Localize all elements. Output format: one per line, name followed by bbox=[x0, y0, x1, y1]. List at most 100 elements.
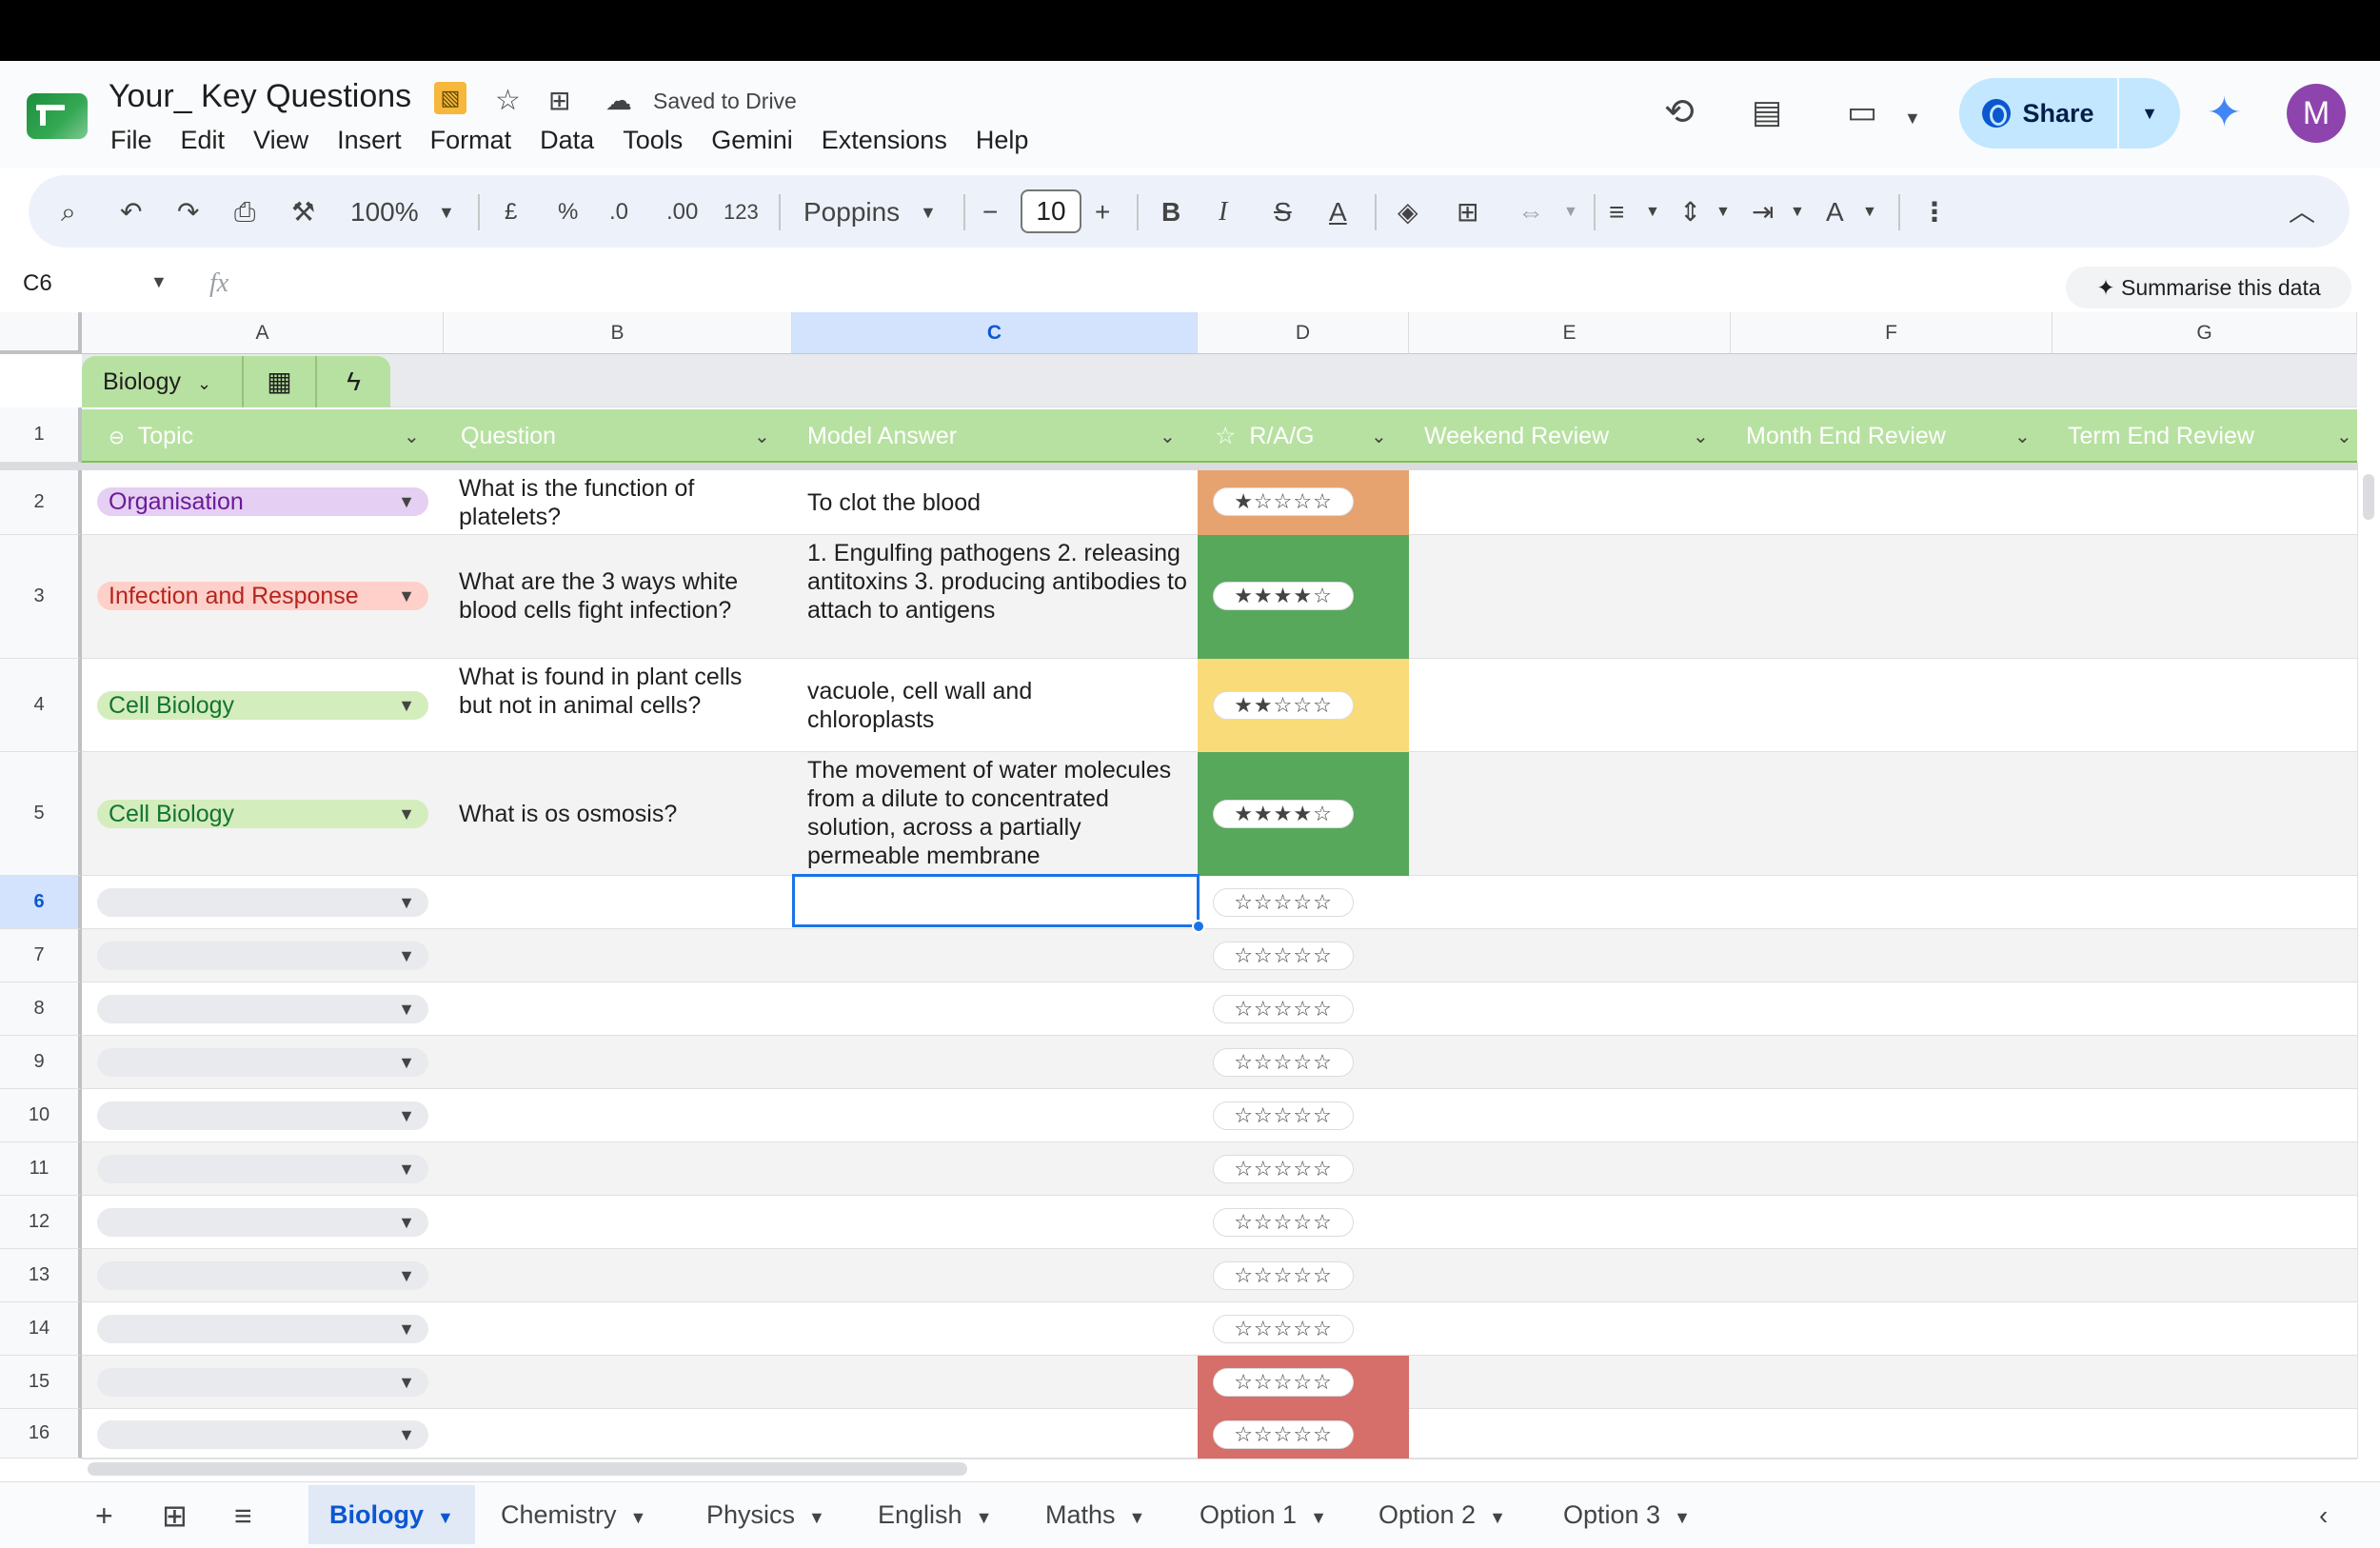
fill-handle[interactable] bbox=[1192, 920, 1205, 933]
star-rating[interactable]: ☆☆☆☆☆ bbox=[1213, 888, 1354, 917]
vertical-align-dropdown-icon[interactable]: ▼ bbox=[1716, 194, 1731, 230]
star-rating[interactable]: ★☆☆☆☆ bbox=[1213, 487, 1354, 516]
sheet-tab-option-1[interactable]: Option 1 ▼ bbox=[1179, 1485, 1348, 1544]
empty-topic-chip[interactable]: ▼ bbox=[97, 995, 428, 1023]
collapse-side-panel-icon[interactable]: ‹ bbox=[2319, 1498, 2328, 1533]
topic-chip[interactable]: Organisation ▼ bbox=[97, 487, 428, 516]
fill-color-icon[interactable]: ◈ bbox=[1398, 194, 1418, 230]
star-rating[interactable]: ☆☆☆☆☆ bbox=[1213, 1420, 1354, 1449]
row-number[interactable]: 10 bbox=[0, 1089, 82, 1142]
lightning-icon[interactable]: ϟ bbox=[317, 356, 390, 407]
search-menus-icon[interactable]: ⌕ bbox=[61, 194, 76, 230]
select-all-corner[interactable] bbox=[0, 312, 82, 354]
header-rag[interactable]: ☆ R/A/G bbox=[1201, 409, 1315, 463]
borders-icon[interactable]: ⊞ bbox=[1457, 194, 1478, 230]
font-select[interactable]: Poppins bbox=[803, 194, 900, 230]
empty-topic-chip[interactable]: ▼ bbox=[97, 1101, 428, 1130]
summarise-data-button[interactable]: ✦ Summarise this data bbox=[2066, 267, 2351, 308]
star-rating[interactable]: ☆☆☆☆☆ bbox=[1213, 1261, 1354, 1290]
row-number[interactable]: 2 bbox=[0, 470, 82, 535]
sheet-tab-maths[interactable]: Maths ▼ bbox=[1024, 1485, 1166, 1544]
frozen-row-divider[interactable] bbox=[0, 463, 2357, 470]
column-header-e[interactable]: E bbox=[1409, 312, 1731, 354]
empty-topic-chip[interactable]: ▼ bbox=[97, 1155, 428, 1183]
zoom-dropdown-icon[interactable]: ▼ bbox=[438, 194, 455, 230]
sheet-tab-option-2[interactable]: Option 2 ▼ bbox=[1358, 1485, 1527, 1544]
header-model-answer[interactable]: Model Answer bbox=[794, 409, 957, 463]
header-weekend-review[interactable]: Weekend Review bbox=[1411, 409, 1609, 463]
star-rating[interactable]: ☆☆☆☆☆ bbox=[1213, 1048, 1354, 1077]
row-number[interactable]: 4 bbox=[0, 659, 82, 752]
menu-edit[interactable]: Edit bbox=[181, 126, 226, 158]
topic-chip[interactable]: Infection and Response ▼ bbox=[97, 582, 428, 610]
italic-button[interactable]: I bbox=[1219, 194, 1227, 230]
decrease-decimal-button[interactable]: .0 bbox=[609, 194, 628, 230]
table-name[interactable]: Biology ⌄ bbox=[82, 356, 244, 407]
row-number[interactable]: 13 bbox=[0, 1249, 82, 1302]
move-folder-icon[interactable]: ⊞ bbox=[548, 84, 570, 118]
currency-format-button[interactable]: £ bbox=[505, 194, 517, 230]
row-number[interactable]: 5 bbox=[0, 752, 82, 876]
menu-format[interactable]: Format bbox=[430, 126, 512, 158]
text-color-button[interactable]: A bbox=[1329, 194, 1347, 230]
column-header-f[interactable]: F bbox=[1731, 312, 2053, 354]
question-cell[interactable]: What is os osmosis? bbox=[459, 800, 783, 828]
empty-topic-chip[interactable]: ▼ bbox=[97, 1208, 428, 1237]
font-dropdown-icon[interactable]: ▼ bbox=[920, 194, 937, 230]
menu-view[interactable]: View bbox=[253, 126, 308, 158]
question-cell[interactable]: What are the 3 ways white blood cells fi… bbox=[459, 567, 783, 625]
empty-topic-chip[interactable]: ▼ bbox=[97, 1048, 428, 1077]
vertical-align-icon[interactable]: ⇕ bbox=[1679, 194, 1701, 230]
star-icon[interactable]: ☆ bbox=[495, 84, 521, 118]
share-main[interactable]: Share bbox=[1959, 78, 2119, 149]
horizontal-align-icon[interactable]: ≡ bbox=[1609, 194, 1624, 230]
empty-topic-chip[interactable]: ▼ bbox=[97, 942, 428, 970]
header-question-menu-icon[interactable]: ⌄ bbox=[754, 425, 770, 448]
star-rating[interactable]: ★★★★☆ bbox=[1213, 582, 1354, 610]
sheet-tab-physics[interactable]: Physics ▼ bbox=[685, 1485, 846, 1544]
menu-gemini[interactable]: Gemini bbox=[711, 126, 793, 158]
meet-video-icon[interactable]: ▭ bbox=[1847, 93, 1877, 131]
answer-cell[interactable]: vacuole, cell wall and chloroplasts bbox=[807, 677, 1131, 734]
star-rating[interactable]: ☆☆☆☆☆ bbox=[1213, 995, 1354, 1023]
horizontal-scroll-thumb[interactable] bbox=[88, 1462, 967, 1476]
font-size-input[interactable]: 10 bbox=[1021, 189, 1081, 233]
question-cell[interactable]: What is the function of platelets? bbox=[459, 474, 779, 531]
increase-font-size-icon[interactable]: + bbox=[1095, 194, 1110, 230]
header-term-menu-icon[interactable]: ⌄ bbox=[2336, 425, 2352, 448]
header-month-menu-icon[interactable]: ⌄ bbox=[2014, 425, 2031, 448]
topic-chip[interactable]: Cell Biology ▼ bbox=[97, 800, 428, 828]
header-rag-menu-icon[interactable]: ⌄ bbox=[1371, 425, 1387, 448]
column-header-a[interactable]: A bbox=[82, 312, 444, 354]
row-number[interactable]: 7 bbox=[0, 929, 82, 982]
hide-formatting-icon[interactable]: ▧ bbox=[434, 82, 466, 114]
gemini-icon[interactable]: ✦ bbox=[2207, 89, 2242, 137]
answer-cell[interactable]: To clot the blood bbox=[807, 488, 1188, 517]
menu-extensions[interactable]: Extensions bbox=[822, 126, 947, 158]
selected-cell-c6[interactable] bbox=[792, 874, 1200, 927]
empty-topic-chip[interactable]: ▼ bbox=[97, 1368, 428, 1397]
sheet-tab-option-3[interactable]: Option 3 ▼ bbox=[1542, 1485, 1712, 1544]
column-header-c[interactable]: C bbox=[792, 312, 1198, 354]
row-number[interactable]: 14 bbox=[0, 1302, 82, 1356]
star-rating[interactable]: ☆☆☆☆☆ bbox=[1213, 1208, 1354, 1237]
vertical-scroll-thumb[interactable] bbox=[2363, 474, 2374, 520]
text-rotation-button[interactable]: A bbox=[1826, 194, 1844, 230]
share-dropdown-icon[interactable]: ▼ bbox=[2119, 104, 2180, 124]
row-number[interactable]: 8 bbox=[0, 982, 82, 1036]
add-sheet-icon[interactable]: + bbox=[95, 1498, 113, 1533]
avatar[interactable]: M bbox=[2287, 84, 2346, 143]
column-header-d[interactable]: D bbox=[1198, 312, 1409, 354]
header-question[interactable]: Question bbox=[447, 409, 556, 463]
print-icon[interactable]: ⎙ bbox=[234, 194, 255, 230]
strikethrough-button[interactable]: S bbox=[1274, 194, 1292, 230]
bold-button[interactable]: B bbox=[1161, 194, 1180, 230]
calculator-icon[interactable]: ▦ bbox=[244, 356, 317, 407]
text-wrapping-dropdown-icon[interactable]: ▼ bbox=[1790, 194, 1805, 230]
answer-cell[interactable]: The movement of water molecules from a d… bbox=[807, 756, 1194, 870]
empty-topic-chip[interactable]: ▼ bbox=[97, 1420, 428, 1449]
document-title[interactable]: Your_ Key Questions bbox=[109, 78, 411, 115]
row-number[interactable]: 1 bbox=[0, 407, 82, 463]
comments-icon[interactable]: ▤ bbox=[1752, 93, 1782, 131]
menu-file[interactable]: File bbox=[110, 126, 152, 158]
